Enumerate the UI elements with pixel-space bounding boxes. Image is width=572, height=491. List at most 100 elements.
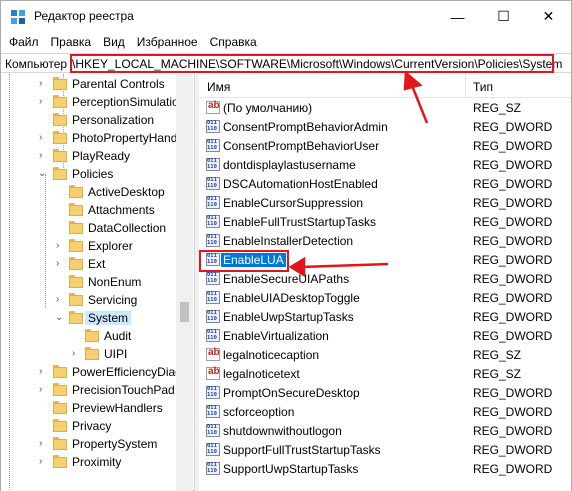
- menu-view[interactable]: Вид: [97, 32, 131, 52]
- dword-value-icon: [206, 386, 220, 399]
- minimize-button[interactable]: —: [435, 1, 480, 32]
- value-type: REG_DWORD: [473, 462, 553, 476]
- tree-item-preview-handlers[interactable]: PreviewHandlers: [1, 399, 176, 417]
- maximize-button[interactable]: ☐: [481, 1, 526, 32]
- value-row[interactable]: EnableUwpStartupTasks REG_DWORD: [199, 307, 571, 326]
- value-type: REG_DWORD: [473, 443, 553, 457]
- menu-file[interactable]: Файл: [3, 32, 45, 52]
- column-header-type[interactable]: Тип: [473, 80, 493, 94]
- column-separator[interactable]: [465, 74, 466, 98]
- folder-icon: [69, 203, 83, 216]
- chevron-right-icon: ›: [39, 456, 43, 467]
- tree-item-parental-controls[interactable]: › Parental Controls: [1, 75, 176, 93]
- tree-item-label: Personalization: [72, 113, 155, 127]
- tree-item-label: Audit: [104, 329, 132, 343]
- folder-icon: [53, 365, 67, 378]
- dword-value-icon: [206, 443, 220, 456]
- tree-item-servicing[interactable]: › Servicing: [1, 291, 176, 309]
- value-name: PromptOnSecureDesktop: [223, 386, 360, 400]
- value-row[interactable]: ConsentPromptBehaviorUser REG_DWORD: [199, 136, 571, 155]
- registry-app-icon: [11, 10, 25, 24]
- folder-icon: [53, 149, 67, 162]
- column-header-name[interactable]: Имя: [207, 80, 230, 94]
- chevron-down-icon: ⌄: [55, 312, 64, 323]
- tree-item-label: Explorer: [88, 239, 133, 253]
- value-row[interactable]: EnableUIADesktopToggle REG_DWORD: [199, 288, 571, 307]
- value-row[interactable]: scforceoption REG_DWORD: [199, 402, 571, 421]
- value-row[interactable]: EnableVirtualization REG_DWORD: [199, 326, 571, 345]
- dword-value-icon: [206, 291, 220, 304]
- value-row[interactable]: shutdownwithoutlogon REG_DWORD: [199, 421, 571, 440]
- tree-scrollbar[interactable]: [176, 74, 193, 491]
- tree-item-perception-simulation[interactable]: › PerceptionSimulatio: [1, 93, 179, 111]
- tree-item-privacy[interactable]: Privacy: [1, 417, 176, 435]
- tree-item-data-collection[interactable]: DataCollection: [1, 219, 176, 237]
- tree-item-uipi[interactable]: › UIPI: [1, 345, 176, 363]
- value-type: REG_DWORD: [473, 386, 553, 400]
- value-name: ConsentPromptBehaviorAdmin: [223, 120, 388, 134]
- tree-scrollbar-thumb[interactable]: [180, 302, 189, 322]
- menu-help[interactable]: Справка: [204, 32, 263, 52]
- key-tree: › Parental Controls › PerceptionSimulati…: [1, 74, 193, 491]
- menu-edit[interactable]: Правка: [45, 32, 98, 52]
- value-row[interactable]: PromptOnSecureDesktop REG_DWORD: [199, 383, 571, 402]
- tree-item-audit[interactable]: Audit: [1, 327, 176, 345]
- tree-item-precision-touchpad[interactable]: › PrecisionTouchPad: [1, 381, 176, 399]
- address-bar[interactable]: Компьютер \HKEY_LOCAL_MACHINE\SOFTWARE\M…: [1, 53, 571, 73]
- value-row[interactable]: ConsentPromptBehaviorAdmin REG_DWORD: [199, 117, 571, 136]
- value-type: REG_DWORD: [473, 196, 553, 210]
- tree-item-attachments[interactable]: Attachments: [1, 201, 176, 219]
- value-name: SupportUwpStartupTasks: [223, 462, 359, 476]
- tree-item-proximity[interactable]: › Proximity: [1, 453, 176, 471]
- folder-icon: [85, 329, 99, 342]
- value-name: EnableCursorSuppression: [223, 196, 364, 210]
- value-name: ConsentPromptBehaviorUser: [223, 139, 380, 153]
- value-row[interactable]: DSCAutomationHostEnabled REG_DWORD: [199, 174, 571, 193]
- value-type: REG_DWORD: [473, 253, 553, 267]
- folder-icon: [53, 95, 67, 108]
- value-row[interactable]: EnableFullTrustStartupTasks REG_DWORD: [199, 212, 571, 231]
- value-row[interactable]: EnableInstallerDetection REG_DWORD: [199, 231, 571, 250]
- value-name: EnableUwpStartupTasks: [223, 310, 354, 324]
- tree-item-system[interactable]: ⌄ System: [1, 309, 176, 327]
- tree-item-explorer[interactable]: › Explorer: [1, 237, 176, 255]
- tree-item-policies[interactable]: ⌄ Policies: [1, 165, 176, 183]
- value-row[interactable]: legalnoticecaption REG_SZ: [199, 345, 571, 364]
- chevron-right-icon: ›: [39, 150, 43, 161]
- value-type: REG_DWORD: [473, 272, 553, 286]
- value-name: legalnoticetext: [223, 367, 300, 381]
- tree-item-playready[interactable]: › PlayReady: [1, 147, 176, 165]
- chevron-right-icon: ›: [39, 438, 43, 449]
- tree-item-label: ActiveDesktop: [88, 185, 165, 199]
- value-row[interactable]: legalnoticetext REG_SZ: [199, 364, 571, 383]
- chevron-right-icon: ›: [56, 258, 60, 269]
- tree-item-nonenum[interactable]: NonEnum: [1, 273, 176, 291]
- value-row[interactable]: EnableCursorSuppression REG_DWORD: [199, 193, 571, 212]
- value-row[interactable]: dontdisplaylastusername REG_DWORD: [199, 155, 571, 174]
- value-type: REG_DWORD: [473, 158, 553, 172]
- tree-item-photo-property-handler[interactable]: › PhotoPropertyHand: [1, 129, 177, 147]
- value-type: REG_DWORD: [473, 120, 553, 134]
- chevron-right-icon: ›: [39, 366, 43, 377]
- dword-value-icon: [206, 234, 220, 247]
- value-name: SupportFullTrustStartupTasks: [223, 443, 381, 457]
- folder-icon: [53, 401, 67, 414]
- chevron-right-icon: ›: [39, 132, 43, 143]
- value-row[interactable]: SupportFullTrustStartupTasks REG_DWORD: [199, 440, 571, 459]
- value-row[interactable]: SupportUwpStartupTasks REG_DWORD: [199, 459, 571, 478]
- tree-item-property-system[interactable]: › PropertySystem: [1, 435, 176, 453]
- value-type: REG_SZ: [473, 101, 522, 115]
- tree-item-power-efficiency[interactable]: › PowerEfficiencyDiag: [1, 363, 182, 381]
- folder-icon: [69, 239, 83, 252]
- tree-item-ext[interactable]: › Ext: [1, 255, 176, 273]
- list-header: Имя Тип: [199, 74, 571, 98]
- tree-item-active-desktop[interactable]: ActiveDesktop: [1, 183, 176, 201]
- tree-item-personalization[interactable]: Personalization: [1, 111, 176, 129]
- string-value-icon: [206, 100, 220, 114]
- registry-editor-window: Редактор реестра — ☐ ✕ Файл Правка Вид И…: [0, 0, 572, 491]
- menu-favorites[interactable]: Избранное: [131, 32, 204, 52]
- close-button[interactable]: ✕: [526, 1, 571, 32]
- value-row-default[interactable]: (По умолчанию) REG_SZ: [199, 98, 571, 117]
- value-name: legalnoticecaption: [223, 348, 320, 362]
- tree-item-label: Attachments: [88, 203, 155, 217]
